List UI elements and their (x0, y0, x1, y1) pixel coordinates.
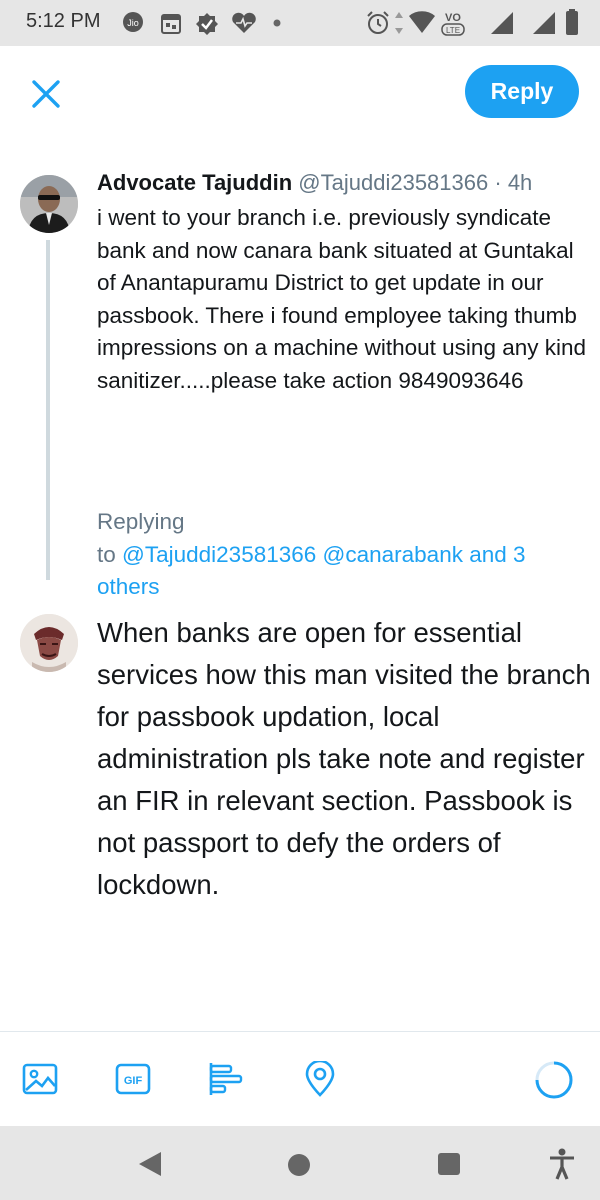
close-icon[interactable] (28, 76, 64, 112)
tweet-age: 4h (507, 170, 533, 195)
thread-connector (46, 240, 50, 580)
image-icon[interactable] (22, 1061, 58, 1097)
avatar[interactable] (20, 175, 78, 233)
back-icon[interactable] (137, 1150, 163, 1178)
gif-button[interactable]: GIF (115, 1063, 151, 1095)
heart-icon (232, 12, 256, 33)
replying-prefix: Replying (97, 509, 185, 534)
status-time: 5:12 PM (26, 10, 101, 32)
calendar-icon (161, 14, 181, 34)
jio-icon: Jio (123, 12, 143, 32)
signal-icon (491, 12, 513, 34)
tweet-text: i went to your branch i.e. previously sy… (97, 205, 587, 393)
alarm-icon (367, 11, 389, 34)
author-handle[interactable]: @Tajuddi23581366 (298, 170, 488, 195)
check-badge-icon (196, 13, 218, 35)
replying-to: Replying to @Tajuddi23581366 @canarabank… (97, 506, 587, 604)
reply-button[interactable]: Reply (465, 65, 579, 118)
svg-text:VO: VO (445, 12, 461, 24)
toolbar-divider (0, 1031, 600, 1032)
header-separator: · (494, 170, 502, 195)
notification-dot-icon (273, 19, 281, 27)
avatar (20, 614, 78, 672)
gif-icon: GIF (115, 1063, 151, 1095)
author-name[interactable]: Advocate Tajuddin (97, 170, 292, 195)
home-icon[interactable] (287, 1153, 311, 1177)
replying-to-word: to (97, 541, 116, 567)
system-nav-bar (0, 1126, 600, 1200)
compose-text[interactable]: When banks are open for essential servic… (97, 612, 592, 906)
progress-ring-icon (535, 1061, 573, 1099)
replying-mentions-link[interactable]: @Tajuddi23581366 @canarabank and 3 other… (97, 542, 526, 600)
signal-icon (533, 12, 555, 34)
svg-text:LTE: LTE (446, 26, 460, 35)
svg-text:GIF: GIF (124, 1075, 143, 1087)
status-bar: 5:12 PM Jio VO LTE (0, 0, 600, 46)
wifi-icon (409, 11, 435, 33)
recents-icon[interactable] (437, 1152, 461, 1176)
poll-icon[interactable] (208, 1061, 244, 1097)
volte-icon: VO LTE (441, 12, 465, 36)
accessibility-icon[interactable] (549, 1148, 575, 1180)
data-arrows-icon (395, 12, 403, 34)
svg-text:Jio: Jio (127, 18, 139, 28)
tweet-header: Advocate Tajuddin @Tajuddi23581366 · 4h (97, 170, 532, 196)
battery-icon (566, 9, 578, 35)
location-icon[interactable] (302, 1061, 338, 1097)
